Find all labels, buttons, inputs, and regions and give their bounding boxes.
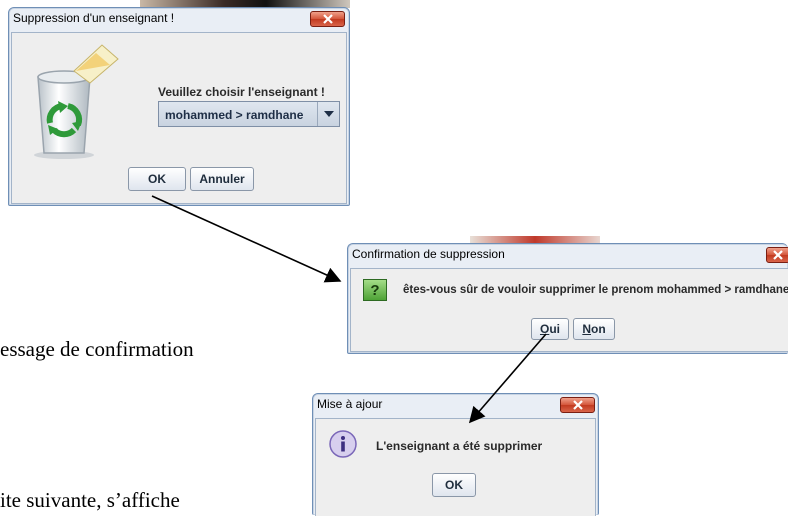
yes-mnemonic: O <box>539 322 550 336</box>
dropdown-button[interactable] <box>317 102 339 126</box>
confirm-delete-dialog: Confirmation de suppression ? êtes-vous … <box>347 243 788 354</box>
confirm-message: êtes-vous sûr de vouloir supprimer le pr… <box>403 284 788 296</box>
teacher-select-value: mohammed > ramdhane <box>165 108 304 122</box>
doc-text-line-1: essage de confirmation <box>0 337 194 361</box>
info-icon <box>329 430 357 458</box>
close-button[interactable] <box>766 247 788 263</box>
no-mnemonic: N <box>582 322 591 336</box>
cancel-button[interactable]: Annuler <box>190 167 254 191</box>
close-icon <box>773 250 783 260</box>
close-button[interactable] <box>310 11 345 27</box>
dialog-body: L'enseignant a été supprimer OK <box>315 418 596 516</box>
dialog-title: Mise à ajour <box>317 397 383 411</box>
delete-teacher-dialog: Suppression d'un enseignant ! Veuillez c… <box>8 7 350 206</box>
no-label-rest: on <box>591 322 606 336</box>
dialog-title: Confirmation de suppression <box>352 247 505 261</box>
yes-label-rest: ui <box>549 322 560 336</box>
update-info-dialog: Mise à ajour L'enseignant a été supprime… <box>312 393 599 516</box>
yes-button[interactable]: Oui <box>531 318 569 340</box>
dialog-body: ? êtes-vous sûr de vouloir supprimer le … <box>350 268 788 352</box>
ok-button[interactable]: OK <box>432 473 476 497</box>
recycle-bin-icon <box>34 44 119 159</box>
close-icon <box>322 14 333 24</box>
no-button[interactable]: Non <box>573 318 615 340</box>
arrow-to-confirm <box>151 195 342 283</box>
close-icon <box>572 400 583 410</box>
dialog-title: Suppression d'un enseignant ! <box>13 11 175 25</box>
close-button[interactable] <box>560 397 595 413</box>
question-icon: ? <box>363 279 387 301</box>
dialog-body: Veuillez choisir l'enseignant ! mohammed… <box>11 32 347 204</box>
chevron-down-icon <box>323 111 334 117</box>
teacher-select[interactable]: mohammed > ramdhane <box>158 101 340 127</box>
teacher-prompt-label: Veuillez choisir l'enseignant ! <box>158 85 325 99</box>
update-message: L'enseignant a été supprimer <box>376 439 543 453</box>
ok-button[interactable]: OK <box>128 167 186 191</box>
doc-text-line-2: ite suivante, s’affiche <box>0 488 180 512</box>
